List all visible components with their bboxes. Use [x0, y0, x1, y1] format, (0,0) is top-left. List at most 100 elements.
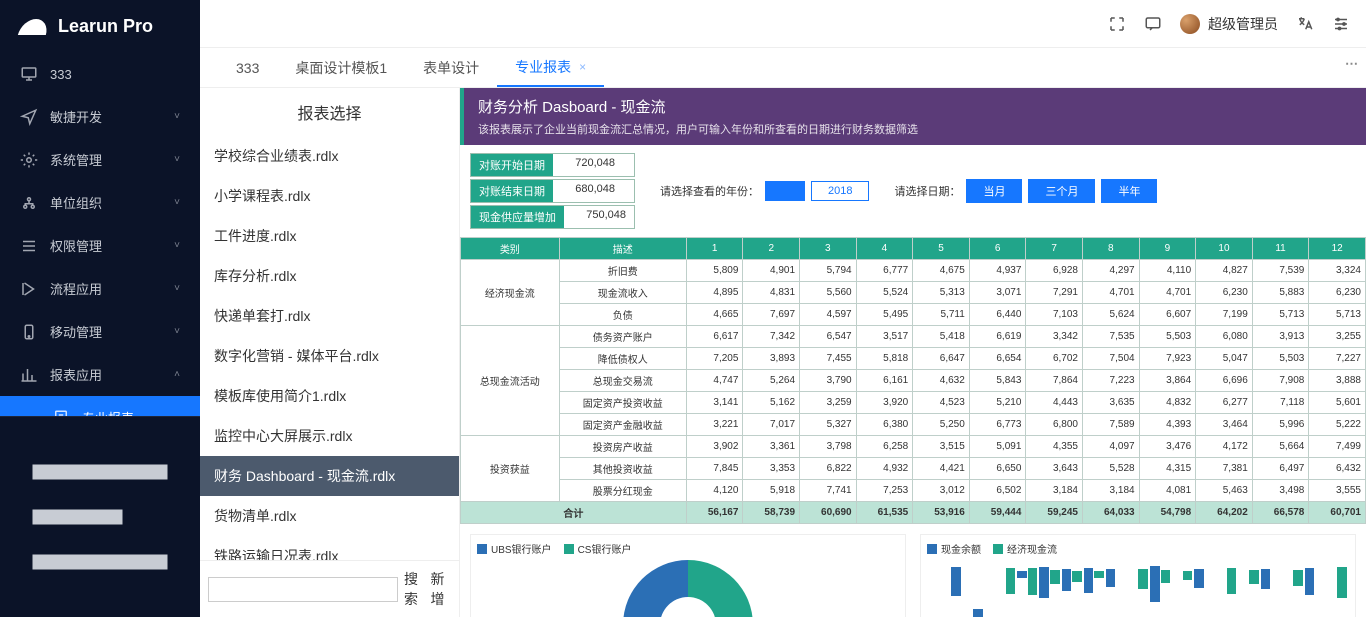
report-list-item[interactable]: 学校综合业绩表.rdlx: [200, 136, 459, 176]
year-prev[interactable]: [765, 181, 805, 201]
cell: 4,120: [686, 480, 743, 502]
report-list-item[interactable]: 数字化营销 - 媒体平台.rdlx: [200, 336, 459, 376]
cell: 5,210: [969, 392, 1026, 414]
report-list-item[interactable]: 快递单套打.rdlx: [200, 296, 459, 336]
cell: 7,103: [1026, 304, 1083, 326]
report-list-item[interactable]: 模板库使用简介1.rdlx: [200, 376, 459, 416]
report-title: 财务分析 Dasboard - 现金流: [478, 96, 1352, 117]
cell: 5,711: [913, 304, 970, 326]
sidebar-collapse[interactable]: [0, 416, 200, 617]
col-header: 描述: [559, 238, 686, 260]
report-list-item[interactable]: 工件进度.rdlx: [200, 216, 459, 256]
search-button[interactable]: 搜索: [404, 569, 425, 609]
tab-桌面设计模板1[interactable]: 桌面设计模板1: [277, 48, 405, 87]
cell: 6,650: [969, 458, 1026, 480]
total-cell: 64,033: [1082, 502, 1139, 524]
close-icon[interactable]: ×: [579, 60, 586, 74]
sidebar-item-单位组织[interactable]: 单位组织˅: [0, 181, 200, 224]
sidebar-item-权限管理[interactable]: 权限管理˅: [0, 224, 200, 267]
language-icon[interactable]: [1296, 15, 1314, 33]
cell: 5,883: [1252, 282, 1309, 304]
cell: 7,227: [1309, 348, 1366, 370]
cell: 5,843: [969, 370, 1026, 392]
report-desc: 该报表展示了企业当前现金流汇总情况，用户可输入年份和所查看的日期进行财务数据筛选: [478, 121, 1352, 137]
range-button[interactable]: 三个月: [1028, 179, 1095, 203]
cell: 5,809: [686, 260, 743, 282]
cell: 3,498: [1252, 480, 1309, 502]
report-header: 财务分析 Dasboard - 现金流 该报表展示了企业当前现金流汇总情况，用户…: [460, 88, 1366, 145]
total-row: 合计56,16758,73960,69061,53553,91659,44459…: [461, 502, 1366, 524]
tabs-more-icon[interactable]: ⋯: [1345, 56, 1358, 72]
sidebar-item-流程应用[interactable]: 流程应用˅: [0, 267, 200, 310]
cell: 6,619: [969, 326, 1026, 348]
cell: 5,918: [743, 480, 800, 502]
cell: 6,654: [969, 348, 1026, 370]
total-cell: 66,578: [1252, 502, 1309, 524]
collapse-icon: [10, 427, 190, 607]
sidebar-item-移动管理[interactable]: 移动管理˅: [0, 310, 200, 353]
report-list-item[interactable]: 财务 Dashboard - 现金流.rdlx: [200, 456, 459, 496]
range-button[interactable]: 半年: [1101, 179, 1157, 203]
send-icon: [20, 108, 38, 126]
nav-label: 系统管理: [50, 150, 102, 169]
settings-icon[interactable]: [1332, 15, 1350, 33]
cell: 5,713: [1252, 304, 1309, 326]
cell: 7,223: [1082, 370, 1139, 392]
sidebar-item-333[interactable]: 333: [0, 53, 200, 95]
cell: 5,818: [856, 348, 913, 370]
kv-key: 现金供应量增加: [471, 206, 564, 228]
chat-icon[interactable]: [1144, 15, 1162, 33]
col-header: 8: [1082, 238, 1139, 260]
sidebar-item-敏捷开发[interactable]: 敏捷开发˅: [0, 95, 200, 138]
chevron-down-icon: ˅: [174, 154, 180, 165]
report-list-item[interactable]: 小学课程表.rdlx: [200, 176, 459, 216]
nav-label: 报表应用: [50, 365, 102, 384]
cell: 3,353: [743, 458, 800, 480]
cell: 5,624: [1082, 304, 1139, 326]
total-cell: 59,444: [969, 502, 1026, 524]
row-desc: 股票分红现金: [559, 480, 686, 502]
user-menu[interactable]: 超级管理员: [1180, 14, 1278, 34]
report-list-item[interactable]: 铁路运输日况表.rdlx: [200, 536, 459, 560]
cell: 3,515: [913, 436, 970, 458]
sidebar-item-系统管理[interactable]: 系统管理 ˅: [0, 138, 200, 181]
cell: 3,888: [1309, 370, 1366, 392]
report-search-input[interactable]: [208, 577, 398, 602]
filter-kv: 对账结束日期680,048: [470, 179, 635, 203]
monitor-icon: [20, 65, 38, 83]
cell: 4,393: [1139, 414, 1196, 436]
sidebar-subitem-专业报表[interactable]: 专业报表: [0, 396, 200, 416]
menu-icon: [20, 237, 38, 255]
cell: 3,184: [1082, 480, 1139, 502]
sidebar-item-报表应用[interactable]: 报表应用˄: [0, 353, 200, 396]
cell: 3,913: [1252, 326, 1309, 348]
cell: 5,794: [800, 260, 857, 282]
cell: 7,864: [1026, 370, 1083, 392]
cell: 6,277: [1196, 392, 1253, 414]
year-value[interactable]: 2018: [811, 181, 869, 201]
cell: 4,355: [1026, 436, 1083, 458]
avatar: [1180, 14, 1200, 34]
range-button[interactable]: 当月: [966, 179, 1022, 203]
report-list-item[interactable]: 库存分析.rdlx: [200, 256, 459, 296]
tab-333[interactable]: 333: [218, 48, 277, 87]
cell: 3,902: [686, 436, 743, 458]
cell: 7,017: [743, 414, 800, 436]
cell: 7,923: [1139, 348, 1196, 370]
cell: 3,012: [913, 480, 970, 502]
cell: 6,258: [856, 436, 913, 458]
report-list-item[interactable]: 货物清单.rdlx: [200, 496, 459, 536]
cell: 4,932: [856, 458, 913, 480]
add-button[interactable]: 新增: [431, 569, 452, 609]
cell: 6,497: [1252, 458, 1309, 480]
tab-专业报表[interactable]: 专业报表×: [497, 48, 604, 87]
col-header: 6: [969, 238, 1026, 260]
fullscreen-icon[interactable]: [1108, 15, 1126, 33]
row-desc: 固定资产投资收益: [559, 392, 686, 414]
nav-label: 333: [50, 67, 72, 82]
report-list-item[interactable]: 监控中心大屏展示.rdlx: [200, 416, 459, 456]
legend-swatch: [927, 544, 937, 554]
cell: 4,523: [913, 392, 970, 414]
table-row: 现金流收入4,8954,8315,5605,5245,3133,0717,291…: [461, 282, 1366, 304]
tab-表单设计[interactable]: 表单设计: [405, 48, 497, 87]
